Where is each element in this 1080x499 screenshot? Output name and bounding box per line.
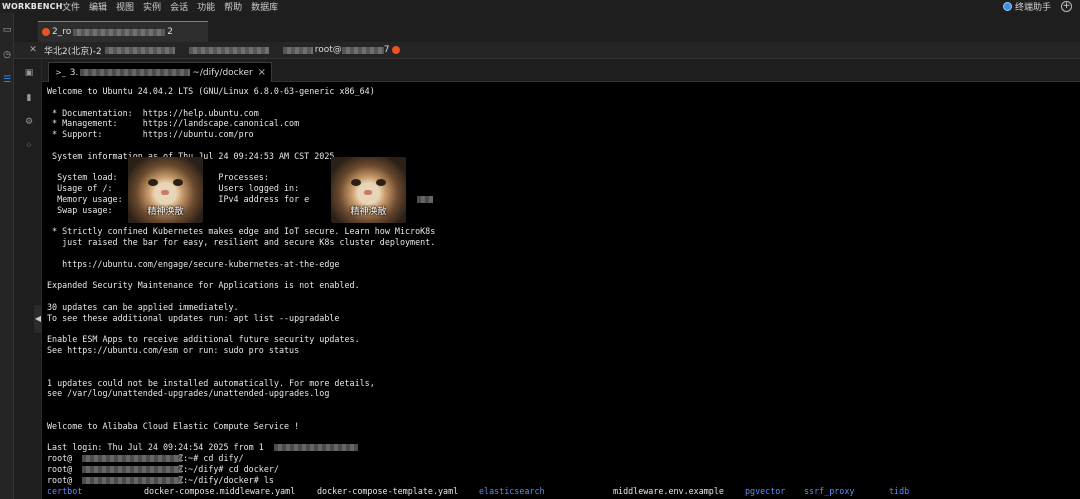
settings-icon[interactable]: ⚙ [23,116,35,128]
redacted-text [82,476,182,484]
redacted-instance [104,46,175,54]
terminal-tab-bar: >_ 3. ~/dify/docker × [42,59,1080,82]
user-fragment: root@ [314,45,342,55]
terminal-line: 1 updates could not be installed automat… [47,377,375,388]
terminal-line: https://ubuntu.com/engage/secure-kuberne… [47,258,340,269]
ls-file: docker-compose.middleware.yaml [144,485,296,496]
menu-edit[interactable]: 编辑 [89,0,107,13]
sticker-eye [148,179,158,186]
redacted-text [274,444,358,452]
session-tab-prefix: 2_ro [52,27,72,37]
network-icon[interactable]: ⁘ [23,140,35,152]
session-tab-suffix: 2 [167,27,173,37]
ls-directory: certbot [47,485,83,496]
sticker-nose [364,190,372,195]
server-list-icon[interactable]: ☰ [2,75,12,85]
terminal-line: Welcome to Ubuntu 24.04.2 LTS (GNU/Linux… [47,86,375,96]
ls-file: middleware.env.example [613,485,724,496]
infobar-suffix: 7 [383,45,390,55]
sticker-nose [161,190,169,195]
terminal-line: * Strictly confined Kubernetes makes edg… [47,226,436,237]
sticker-image: 精神涣散 [331,157,406,223]
terminal-line: 30 updates can be applied immediately. [47,302,239,312]
menu-bar: WORKBENCH 文件 编辑 视图 实例 会话 功能 帮助 数据库 终端助手 … [0,0,1080,13]
connection-info-bar: ✕ 华北2(北京)-2 root@ 7 [14,42,1080,59]
terminal-output[interactable]: root@ Z:~/dify/docker# ls root@ Z:~/dify#… [42,82,1080,499]
prompt-icon: >_ [55,68,66,77]
terminal-assistant-button[interactable]: 终端助手 [1002,0,1051,13]
redacted-host-2 [341,46,384,54]
menu-instance[interactable]: 实例 [143,0,161,13]
sticker-eye [376,179,386,186]
session-tab-bar: 2_ro 2 [14,13,1080,42]
menu-database[interactable]: 数据库 [251,0,278,13]
expand-icon[interactable]: ✕ [26,45,40,55]
ubuntu-icon [42,28,50,36]
folder-icon[interactable]: ▭ [2,25,12,35]
redacted-text [417,196,433,203]
status-icon [391,46,400,54]
ls-directory: pgvector [745,485,786,496]
history-icon[interactable]: ◷ [2,50,12,60]
sticker-image: 精神涣散 [128,157,203,223]
left-sidebar: ▭ ◷ ☰ [0,13,14,499]
assistant-label: 终端助手 [1014,3,1051,13]
terminal-line: just raised the bar for easy, resilient … [47,237,436,248]
menubar-right: 终端助手 + [1002,0,1072,13]
terminal-line: * Documentation: https://help.ubuntu.com [47,107,259,118]
terminal-line: Welcome to Alibaba Cloud Elastic Compute… [47,420,300,431]
redacted-host [282,46,313,54]
region-label: 华北2(北京)-2 [44,46,102,57]
menu-file[interactable]: 文件 [62,0,80,13]
redacted-text [82,466,182,473]
ls-directory: ssrf_proxy [804,485,855,496]
file-icon[interactable]: ▮ [23,92,35,104]
session-tab[interactable]: 2_ro 2 [38,21,208,42]
terminal-line: Last login: Thu Jul 24 09:24:54 2025 fro… [47,442,264,453]
terminal-line: See https://ubuntu.com/esm or run: sudo … [47,345,300,356]
sticker-eye [173,179,183,186]
menu-session[interactable]: 会话 [170,0,188,13]
terminal-icon[interactable]: ▣ [23,67,35,79]
terminal-line: * Support: https://ubuntu.com/pro [47,129,254,140]
ls-directory: elasticsearch [479,485,545,496]
ls-file: docker-compose-template.yaml [317,485,459,496]
menu-view[interactable]: 视图 [116,0,134,13]
terminal-line: Expanded Security Maintenance for Applic… [47,280,360,291]
terminal-line: * Management: https://landscape.canonica… [47,118,300,129]
add-icon[interactable]: + [1061,1,1072,12]
redacted-hostname [73,28,166,36]
menu-feature[interactable]: 功能 [197,0,215,13]
close-icon[interactable]: × [258,67,266,78]
menu-help[interactable]: 帮助 [224,0,242,13]
terminal-line: Swap usage: [47,204,113,215]
terminal-line: To see these additional updates run: apt… [47,312,340,323]
terminal-tab-prefix: 3. [69,67,79,78]
app-brand: WORKBENCH [2,2,63,11]
terminal-line: see /var/log/unattended-upgrades/unatten… [47,388,330,399]
redacted-ip [188,46,269,54]
ls-directory: tidb [889,485,910,496]
sticker-caption: 精神涣散 [147,207,184,217]
collapse-handle[interactable]: ◀ [34,305,42,333]
terminal-tab[interactable]: >_ 3. ~/dify/docker × [48,62,272,82]
terminal-line: Enable ESM Apps to receive additional fu… [47,334,360,345]
terminal-sidebar: ▣ ▮ ⚙ ⁘ [14,59,42,499]
sticker-caption: 精神涣散 [350,207,387,217]
assistant-icon [1002,2,1012,11]
sticker-eye [351,179,361,186]
redacted-tab-host [80,69,191,76]
terminal-tab-path: ~/dify/docker [192,67,253,78]
redacted-text [82,455,182,463]
